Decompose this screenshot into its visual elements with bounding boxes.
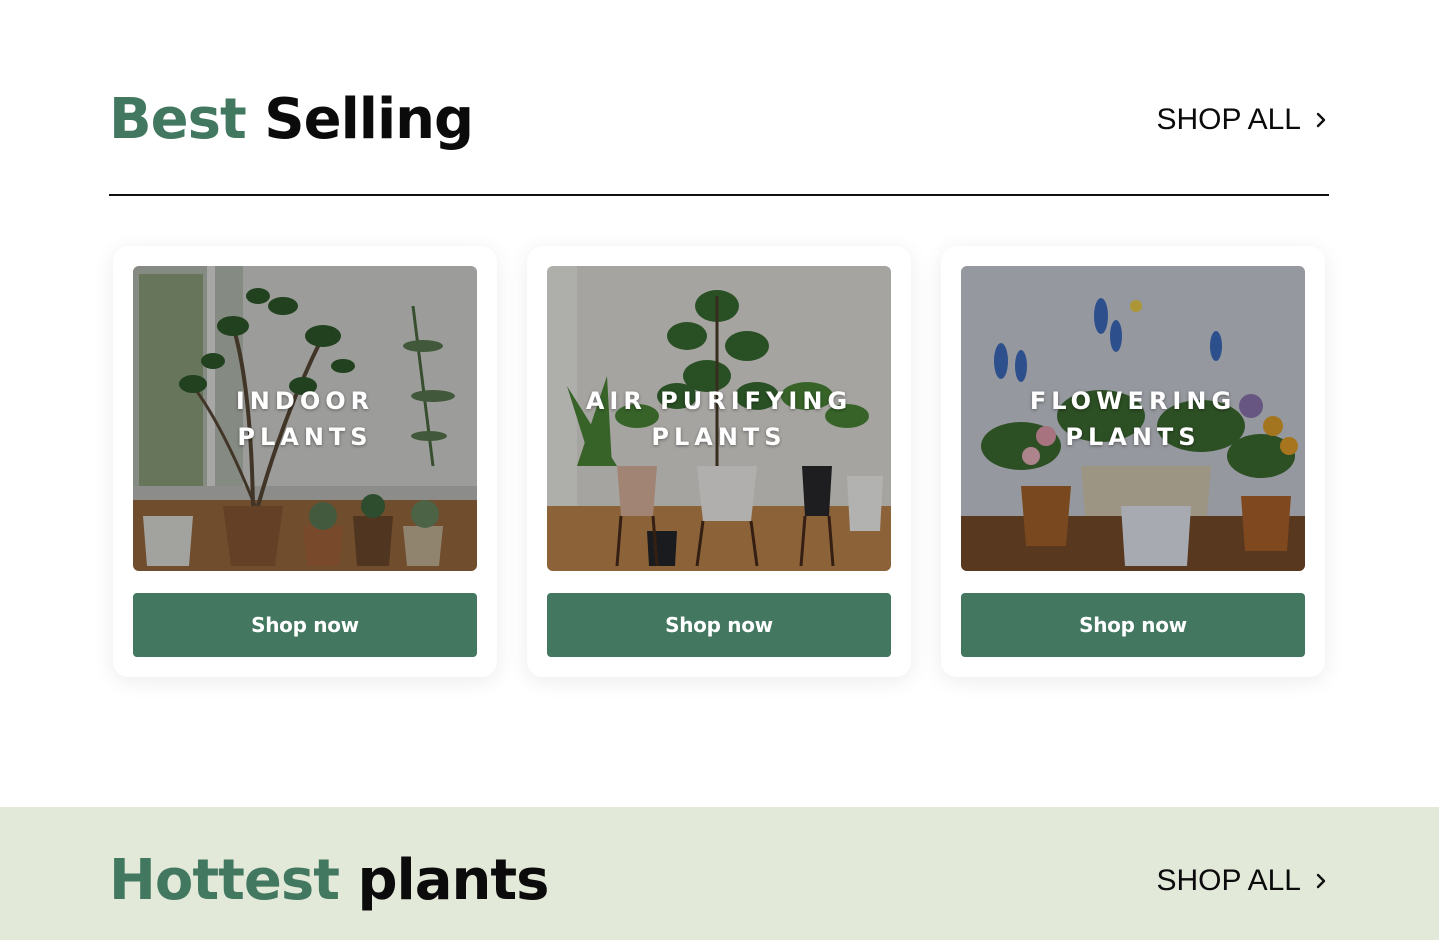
chevron-right-icon — [1316, 873, 1326, 889]
hottest-plants-title: Hottest plants — [109, 853, 550, 909]
hottest-shop-all-link[interactable]: SHOP ALL — [1156, 864, 1329, 898]
indoor-plants-image[interactable]: INDOOR PLANTS — [133, 266, 477, 571]
section-divider — [109, 194, 1329, 196]
category-card-indoor: INDOOR PLANTS Shop now — [113, 246, 497, 677]
card-label-line1: INDOOR — [235, 386, 375, 415]
category-card-flowering: FLOWERING PLANTS Shop now — [941, 246, 1325, 677]
hottest-title-accent: Hottest — [109, 848, 340, 913]
hottest-title-rest: plants — [357, 848, 549, 913]
shop-now-button-flowering[interactable]: Shop now — [961, 593, 1305, 657]
shop-all-label: SHOP ALL — [1156, 864, 1301, 897]
shop-now-button-air-purifying[interactable]: Shop now — [547, 593, 891, 657]
card-label-line2: PLANTS — [651, 422, 787, 451]
card-label-line1: AIR PURIFYING — [585, 386, 853, 415]
card-label-line1: FLOWERING — [1029, 386, 1237, 415]
category-cards: INDOOR PLANTS Shop now AIR PURIFYING PLA… — [113, 246, 1325, 677]
air-purifying-plants-image[interactable]: AIR PURIFYING PLANTS — [547, 266, 891, 571]
best-selling-shop-all-link[interactable]: SHOP ALL — [1156, 103, 1329, 137]
category-card-air-purifying: AIR PURIFYING PLANTS Shop now — [527, 246, 911, 677]
card-label: AIR PURIFYING PLANTS — [547, 266, 891, 571]
best-selling-title-rest: Selling — [264, 87, 474, 152]
flowering-plants-image[interactable]: FLOWERING PLANTS — [961, 266, 1305, 571]
hottest-plants-header: Hottest plants SHOP ALL — [109, 841, 1329, 921]
shop-now-button-indoor[interactable]: Shop now — [133, 593, 477, 657]
best-selling-header: Best Selling SHOP ALL — [109, 80, 1329, 160]
best-selling-title-accent: Best — [109, 87, 247, 152]
shop-all-label: SHOP ALL — [1156, 103, 1301, 136]
best-selling-title: Best Selling — [109, 92, 474, 148]
card-label-line2: PLANTS — [237, 422, 373, 451]
card-label: FLOWERING PLANTS — [961, 266, 1305, 571]
card-label-line2: PLANTS — [1065, 422, 1201, 451]
chevron-right-icon — [1316, 112, 1326, 128]
card-label: INDOOR PLANTS — [133, 266, 477, 571]
